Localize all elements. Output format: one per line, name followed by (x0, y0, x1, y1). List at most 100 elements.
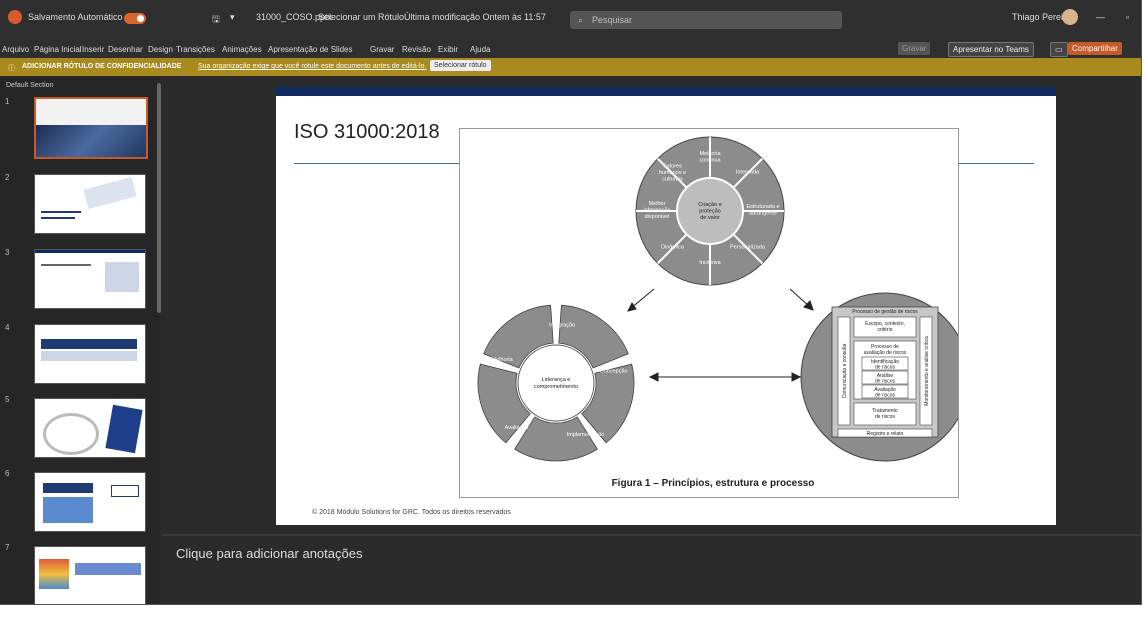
process-step: de riscos (875, 393, 896, 399)
select-label-button[interactable]: Selecionar rótulo (430, 60, 491, 71)
sensitivity-infobar: ⓘ ADICIONAR RÓTULO DE CONFIDENCIALIDADE … (0, 58, 1141, 76)
process-step: de riscos (875, 379, 896, 385)
powerpoint-window: Salvamento Automático 🖫 ▾ 31000_COSO.ppt… (0, 0, 1142, 605)
process-treatment: de riscos (875, 414, 896, 420)
tab-animacoes[interactable]: Animações (222, 45, 262, 54)
figure-caption: Figura 1 – Princípios, estrutura e proce… (612, 478, 815, 489)
slide-thumbnail-3[interactable] (34, 249, 146, 309)
tab-inserir[interactable]: Inserir (82, 45, 104, 54)
slide-number: 6 (5, 469, 10, 478)
principle-label: Melhor (649, 201, 666, 207)
principle-label: Fatores (663, 164, 682, 170)
slide-canvas[interactable]: ISO 31000:2018 Melhoria contínua Integrada… (276, 87, 1056, 525)
process-step: de riscos (875, 365, 896, 371)
slide-footer: © 2018 Módulo Solutions for GRC. Todos o… (312, 509, 511, 516)
infobar-title: ADICIONAR RÓTULO DE CONFIDENCIALIDADE (22, 63, 182, 70)
infobar-message[interactable]: Sua organização exige que você rotule es… (198, 63, 426, 70)
present-teams-button[interactable]: Apresentar no Teams (948, 42, 1034, 57)
slide-thumbnails-pane: Default Section 1 2 3 4 5 6 7 (0, 77, 161, 604)
framework-label: Melhoria (492, 357, 514, 363)
tab-arquivo[interactable]: Arquivo (2, 45, 29, 54)
slide-number: 5 (5, 395, 10, 404)
principle-label: Personalizada (730, 244, 766, 250)
process-record: Registro e relato (867, 431, 904, 437)
search-placeholder: Pesquisar (592, 15, 633, 25)
framework-wheel: Integração Concepção Implementação Avaliaçã… (476, 303, 636, 463)
slide-number: 4 (5, 323, 10, 332)
process-monitoring: Monitoramento e análise crítica (924, 336, 930, 406)
principle-label: Inclusiva (699, 260, 721, 266)
autosave-label: Salvamento Automático (28, 12, 123, 22)
thumbnails-scrollbar[interactable] (157, 83, 161, 313)
autosave-toggle[interactable] (124, 13, 146, 24)
principle-label: culturais (662, 177, 683, 183)
principle-label: disponível (645, 214, 670, 220)
framework-center-label: Liderança e (542, 377, 571, 383)
notes-pane[interactable]: Clique para adicionar anotações (162, 534, 1141, 604)
section-header[interactable]: Default Section (6, 82, 53, 89)
save-icon[interactable]: 🖫 (212, 12, 220, 28)
customize-toolbar-icon[interactable]: ▾ (230, 12, 235, 23)
slide-number: 1 (5, 97, 10, 106)
slide-thumbnail-2[interactable] (34, 174, 146, 234)
relationship-arrows (627, 288, 814, 382)
slide-title[interactable]: ISO 31000:2018 (294, 121, 440, 144)
slide-thumbnail-1[interactable] (34, 97, 148, 159)
tab-apresentacao[interactable]: Apresentação de Slides (268, 45, 353, 54)
tab-revisao[interactable]: Revisão (402, 45, 431, 54)
tab-gravar[interactable]: Gravar (370, 45, 394, 54)
principle-label: informação (643, 208, 670, 214)
avatar[interactable] (1062, 9, 1078, 25)
process-communication: Comunicação e consulta (842, 343, 848, 398)
slide-number: 7 (5, 543, 10, 552)
framework-label: Implementação (567, 432, 605, 438)
principle-label: Integrada (736, 170, 760, 176)
principle-label: contínua (699, 158, 721, 164)
framework-center-label: comprometimento (534, 384, 578, 390)
principle-center-label: de valor (700, 215, 720, 221)
minimize-icon[interactable]: — (1096, 12, 1105, 22)
process-title: Processo de gestão de riscos (852, 309, 918, 315)
tab-transicoes[interactable]: Transições (176, 45, 215, 54)
framework-label: Avaliação (505, 425, 529, 431)
process-assessment: avaliação de riscos (864, 350, 907, 356)
ribbon-tabs: Arquivo Página Inicial Inserir Desenhar … (0, 40, 1141, 58)
principle-label: Estruturada e (746, 204, 779, 210)
slide-number: 3 (5, 248, 10, 257)
share-button[interactable]: Compartilhar (1068, 42, 1122, 55)
slide-top-band (276, 87, 1056, 96)
framework-label: Integração (549, 322, 575, 328)
record-button[interactable]: Gravar (898, 42, 931, 55)
powerpoint-icon (8, 10, 22, 24)
info-icon: ⓘ (8, 65, 15, 72)
search-icon: ⌕ (578, 15, 584, 25)
slide-thumbnail-5[interactable] (34, 398, 146, 458)
tab-pagina-inicial[interactable]: Página Inicial (34, 45, 82, 54)
process-wheel: Processo de gestão de riscosEscopo, cont… (800, 292, 970, 462)
title-bar: Salvamento Automático 🖫 ▾ 31000_COSO.ppt… (0, 0, 1141, 40)
tab-ajuda[interactable]: Ajuda (470, 45, 490, 54)
principle-label: abrangente (749, 211, 777, 217)
principle-label: Melhoria (699, 151, 721, 157)
search-input[interactable]: ⌕ Pesquisar (570, 11, 842, 29)
principle-center-label: proteção (699, 209, 720, 215)
slide-thumbnail-7[interactable] (34, 546, 146, 604)
comments-icon[interactable]: ▭ (1050, 42, 1068, 57)
principle-center-label: Criação e (698, 202, 722, 208)
slide-thumbnail-4[interactable] (34, 324, 146, 384)
tab-desenhar[interactable]: Desenhar (108, 45, 143, 54)
tab-design[interactable]: Design (148, 45, 173, 54)
iso31000-figure[interactable]: Melhoria contínua Integrada Estruturada e ab… (459, 128, 970, 498)
principles-wheel: Melhoriacontínua Integrada Estruturada eab… (635, 136, 785, 286)
principle-label: Dinâmica (661, 244, 685, 250)
slide-thumbnail-6[interactable] (34, 472, 146, 532)
process-scope: critério (877, 327, 892, 333)
restore-icon[interactable]: ▫ (1126, 12, 1129, 22)
label-hint[interactable]: Selecionar um Rótulo (318, 12, 404, 22)
last-modified[interactable]: Última modificação Ontem às 11:57 (404, 12, 546, 22)
framework-label: Concepção (600, 369, 628, 375)
notes-placeholder: Clique para adicionar anotações (176, 546, 363, 561)
tab-exibir[interactable]: Exibir (438, 45, 458, 54)
principle-label: humanos e (659, 170, 686, 176)
slide-number: 2 (5, 173, 10, 182)
